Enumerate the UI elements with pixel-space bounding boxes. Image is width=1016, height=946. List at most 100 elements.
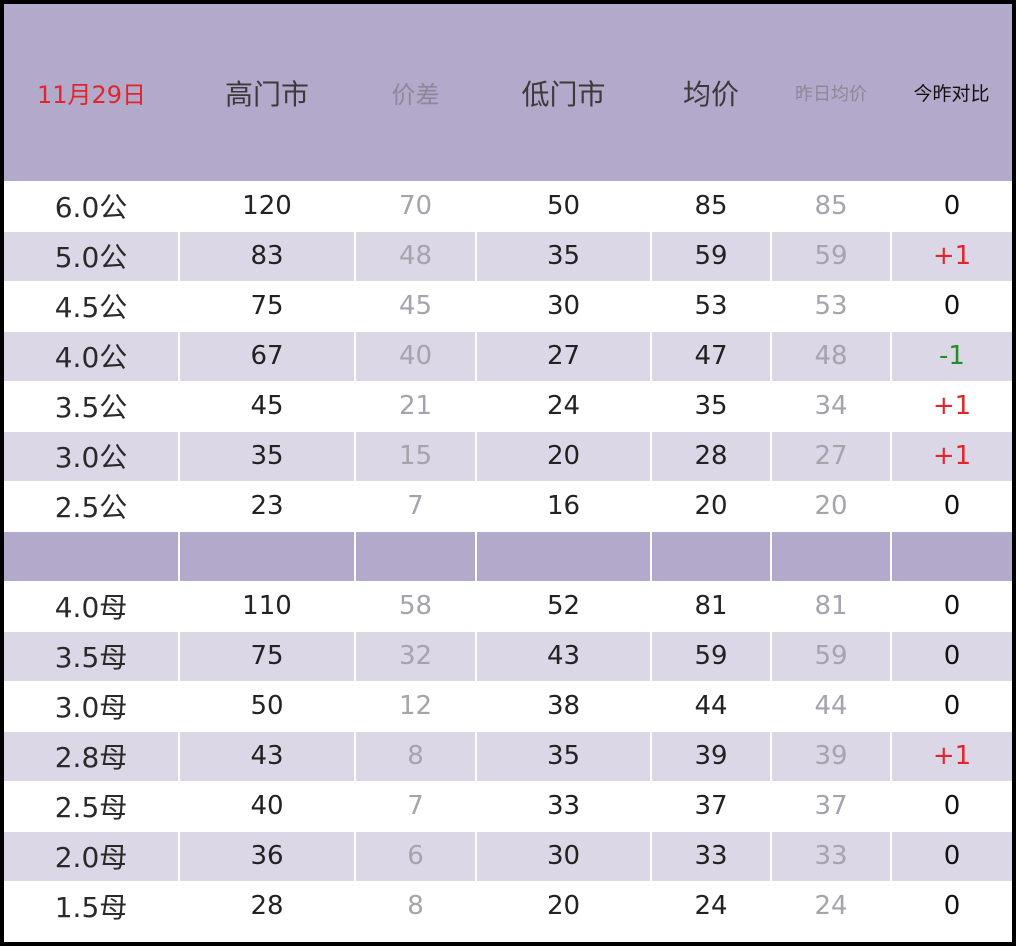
cell-avg: 44 bbox=[650, 681, 771, 731]
cell-low: 38 bbox=[475, 681, 651, 731]
cell-compare: -1 bbox=[890, 330, 1012, 381]
cell-spec: 2.5公 bbox=[54, 490, 128, 524]
cell-high: 45 bbox=[178, 381, 355, 431]
cell-diff: 8 bbox=[354, 881, 476, 931]
cell-spec: 4.0母 bbox=[54, 590, 128, 624]
separator-cell bbox=[890, 530, 1012, 581]
cell-avg: 53 bbox=[650, 281, 771, 331]
cell-high: 36 bbox=[178, 830, 355, 881]
cell-high: 23 bbox=[178, 481, 355, 531]
cell-spec: 2.0母 bbox=[4, 830, 179, 881]
table-row: 3.5母 75 32 43 59 59 0 bbox=[4, 630, 1012, 681]
cell-avg: 28 bbox=[650, 430, 771, 481]
cell-spec: 4.5公 bbox=[54, 290, 128, 324]
cell-compare: 0 bbox=[890, 281, 1012, 331]
price-table-screen: 11月29日 高门市 价差 低门市 均价 昨日均价 今昨对比 6.0公 120 … bbox=[4, 4, 1012, 942]
header-price-diff: 价差 bbox=[391, 81, 440, 109]
section-separator-row bbox=[4, 530, 1012, 581]
price-table: 11月29日 高门市 价差 低门市 均价 昨日均价 今昨对比 6.0公 120 … bbox=[4, 4, 1012, 931]
cell-low: 20 bbox=[475, 881, 651, 931]
cell-spec: 3.0母 bbox=[54, 690, 128, 724]
cell-yesterday: 37 bbox=[770, 781, 891, 831]
table-row: 3.0母 50 12 38 44 44 0 bbox=[4, 681, 1012, 731]
separator-cell bbox=[475, 530, 651, 581]
cell-avg: 33 bbox=[650, 830, 771, 881]
table-row: 2.8母 43 8 35 39 39 +1 bbox=[4, 730, 1012, 781]
cell-diff: 45 bbox=[354, 281, 476, 331]
cell-high: 120 bbox=[178, 181, 355, 231]
cell-diff: 12 bbox=[354, 681, 476, 731]
cell-diff: 58 bbox=[354, 581, 476, 631]
cell-low: 16 bbox=[475, 481, 651, 531]
header-compare: 今昨对比 bbox=[913, 83, 990, 105]
table-row: 1.5母 28 8 20 24 24 0 bbox=[4, 881, 1012, 931]
header-date: 11月29日 bbox=[36, 81, 147, 109]
table-row: 2.5母 40 7 33 37 37 0 bbox=[4, 781, 1012, 831]
cell-spec: 5.0公 bbox=[4, 230, 179, 281]
cell-high: 40 bbox=[178, 781, 355, 831]
header-yesterday-avg: 昨日均价 bbox=[795, 83, 867, 105]
cell-diff: 40 bbox=[354, 330, 476, 381]
table-header: 11月29日 高门市 价差 低门市 均价 昨日均价 今昨对比 bbox=[4, 4, 1012, 181]
cell-compare: 0 bbox=[890, 830, 1012, 881]
cell-high: 110 bbox=[178, 581, 355, 631]
cell-compare: 0 bbox=[890, 681, 1012, 731]
cell-spec: 2.8母 bbox=[4, 730, 179, 781]
cell-compare: +1 bbox=[890, 430, 1012, 481]
cell-avg: 20 bbox=[650, 481, 771, 531]
cell-high: 35 bbox=[178, 430, 355, 481]
cell-yesterday: 33 bbox=[770, 830, 891, 881]
cell-compare: +1 bbox=[890, 381, 1012, 431]
cell-yesterday: 59 bbox=[770, 230, 891, 281]
table-row: 6.0公 120 70 50 85 85 0 bbox=[4, 181, 1012, 231]
table-row: 3.5公 45 21 24 35 34 +1 bbox=[4, 381, 1012, 431]
cell-yesterday: 39 bbox=[770, 730, 891, 781]
cell-compare: 0 bbox=[890, 581, 1012, 631]
cell-low: 33 bbox=[475, 781, 651, 831]
separator-cell bbox=[770, 530, 891, 581]
cell-diff: 8 bbox=[354, 730, 476, 781]
cell-low: 20 bbox=[475, 430, 651, 481]
table-row: 3.0公 35 15 20 28 27 +1 bbox=[4, 430, 1012, 481]
cell-yesterday: 20 bbox=[770, 481, 891, 531]
separator-cell bbox=[650, 530, 771, 581]
cell-low: 30 bbox=[475, 281, 651, 331]
cell-yesterday: 81 bbox=[770, 581, 891, 631]
header-avg-price: 均价 bbox=[682, 77, 739, 111]
header-high-market: 高门市 bbox=[224, 77, 309, 111]
cell-avg: 47 bbox=[650, 330, 771, 381]
table-row: 4.5公 75 45 30 53 53 0 bbox=[4, 281, 1012, 331]
cell-diff: 48 bbox=[354, 230, 476, 281]
cell-high: 43 bbox=[178, 730, 355, 781]
cell-diff: 7 bbox=[354, 781, 476, 831]
cell-avg: 59 bbox=[650, 630, 771, 681]
separator-cell bbox=[354, 530, 476, 581]
cell-compare: 0 bbox=[890, 781, 1012, 831]
cell-compare: +1 bbox=[890, 230, 1012, 281]
cell-compare: 0 bbox=[890, 181, 1012, 231]
cell-diff: 32 bbox=[354, 630, 476, 681]
cell-yesterday: 85 bbox=[770, 181, 891, 231]
cell-avg: 24 bbox=[650, 881, 771, 931]
cell-low: 35 bbox=[475, 730, 651, 781]
cell-avg: 39 bbox=[650, 730, 771, 781]
cell-low: 30 bbox=[475, 830, 651, 881]
cell-low: 52 bbox=[475, 581, 651, 631]
cell-spec: 3.5母 bbox=[4, 630, 179, 681]
cell-avg: 35 bbox=[650, 381, 771, 431]
table-row: 5.0公 83 48 35 59 59 +1 bbox=[4, 230, 1012, 281]
cell-spec: 1.5母 bbox=[54, 891, 128, 924]
cell-high: 50 bbox=[178, 681, 355, 731]
cell-high: 75 bbox=[178, 281, 355, 331]
cell-diff: 70 bbox=[354, 181, 476, 231]
cell-spec: 3.0公 bbox=[4, 430, 179, 481]
table-row: 4.0母 110 58 52 81 81 0 bbox=[4, 581, 1012, 631]
cell-diff: 6 bbox=[354, 830, 476, 881]
table-row: 4.0公 67 40 27 47 48 -1 bbox=[4, 330, 1012, 381]
header-low-market: 低门市 bbox=[521, 77, 606, 111]
cell-spec: 2.5母 bbox=[54, 790, 128, 824]
cell-avg: 59 bbox=[650, 230, 771, 281]
cell-avg: 81 bbox=[650, 581, 771, 631]
cell-low: 27 bbox=[475, 330, 651, 381]
cell-yesterday: 59 bbox=[770, 630, 891, 681]
